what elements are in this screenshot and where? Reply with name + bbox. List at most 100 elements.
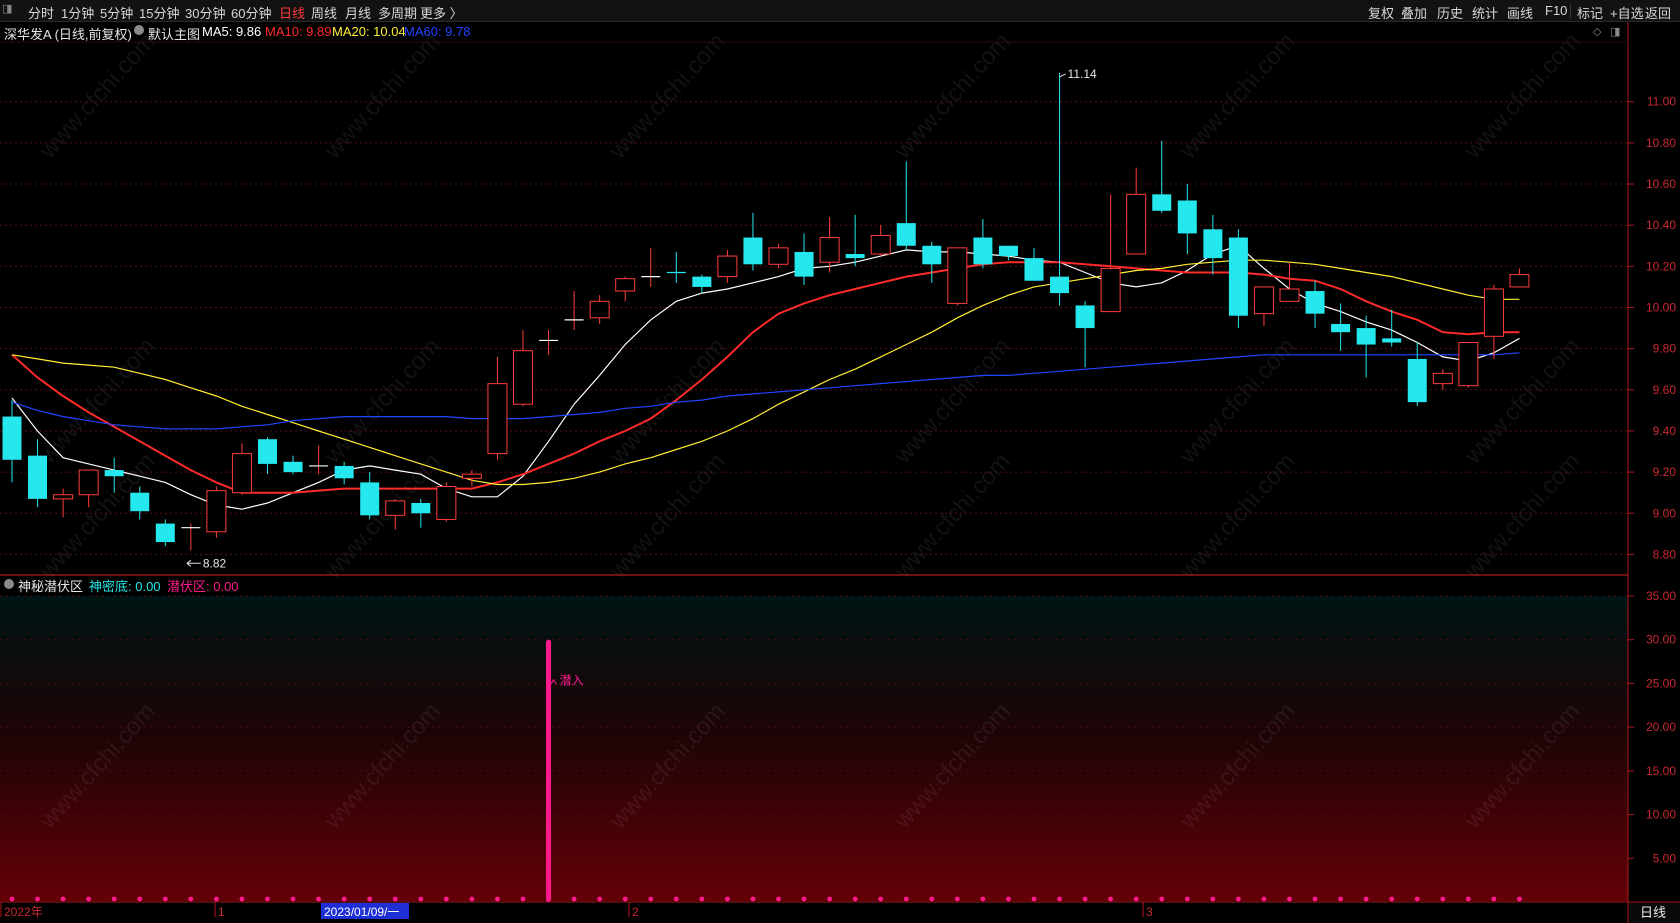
candle-body-up [615,278,636,292]
candle [258,437,277,475]
candle-body-down [922,245,942,265]
zero-dot [9,896,15,902]
price-tick-label: 10.80 [1646,136,1676,150]
signal-bar [546,639,552,902]
candle-body-down [794,251,814,277]
candle-body-up [513,350,533,405]
sub-panel-background [0,596,1628,901]
zero-dot [801,896,807,902]
candle [1228,229,1248,329]
candle-body-down [692,276,712,287]
zero-dot [214,896,219,902]
price-tick-label: 8.80 [1653,547,1677,561]
candle-body-up [1126,193,1147,255]
watermark-text: www.cfchi.com [34,28,161,165]
candle-body-down [973,237,993,265]
candle [615,276,636,302]
candle-body-down [155,523,175,543]
candle-body-up [1483,288,1504,337]
zero-dot [929,896,935,902]
zero-dot [903,896,909,902]
zero-dot [1312,896,1318,902]
candle [2,400,22,483]
zero-dot [1057,896,1062,902]
candle-body-down [2,416,22,460]
watermark-text: www.cfchi.com [604,28,731,165]
candle [1253,286,1274,327]
candle-body-down [1407,358,1427,403]
candle-body-up [768,247,789,265]
candle-body-up [1509,274,1530,288]
time-axis-label: 2022年 [4,905,43,919]
zero-dot [878,896,884,902]
candle-body-down [1356,328,1376,345]
candle [896,161,916,250]
zero-dot [699,896,705,902]
candle-body-down [998,245,1018,257]
candle [155,519,175,547]
candle-body-up [461,473,482,479]
zero-dot [1389,896,1395,902]
zero-dot [1261,896,1267,902]
zero-dot [852,896,858,902]
candle [1432,369,1453,390]
signal-label: 潜入 [560,674,584,688]
price-tick-label: 9.20 [1653,465,1677,479]
candle-body-down [743,237,763,265]
candle-body-down [411,502,431,514]
candle [717,249,738,283]
zero-dot [1465,896,1471,902]
candle-body-up [819,237,840,263]
zero-dot [571,896,577,902]
zero-dot [265,896,270,902]
candle-body-up [436,486,457,520]
zero-dot [367,896,373,902]
zero-dot [341,896,347,902]
zero-dot [495,896,500,902]
low-price-label: 8.82 [203,556,227,570]
candle [181,523,201,551]
candle-body-down [1152,194,1172,211]
zero-dot [469,896,475,902]
candle [1331,303,1351,351]
zero-dot [1236,896,1241,902]
zero-dot [725,896,730,902]
zero-dot [1133,896,1139,902]
zero-dot [1414,896,1420,902]
candle [1126,167,1147,255]
watermark-text: www.cfchi.com [319,28,446,165]
candle-body-down [1177,200,1197,234]
candle [845,214,865,267]
zero-dot [137,896,143,902]
candle-body-up [947,247,968,304]
high-marker-arrow [1059,73,1066,78]
chart-canvas[interactable]: www.cfchi.com www.cfchi.com www.cfchi.com w… [0,0,1680,923]
candle [206,486,227,538]
zero-dot [35,896,40,902]
price-tick-label: 10.60 [1646,177,1676,191]
zero-dot [1338,896,1343,902]
candle [1509,268,1530,288]
candle [922,241,942,283]
candle-body-up [78,469,99,496]
zero-dot [392,896,398,902]
zero-dot [418,896,424,902]
candle [1279,262,1300,302]
zero-dot [1006,896,1011,902]
candle [436,482,457,522]
candle-body-down [1075,305,1095,329]
zero-dot [1440,896,1446,902]
candle [1483,284,1504,359]
candle-body-down [1228,237,1248,316]
watermark-text: www.cfchi.com [1174,28,1301,165]
candle [1458,341,1479,388]
sub-tick-label: 25.00 [1646,676,1676,690]
candle-body-up [717,255,738,278]
watermark-text: www.cfchi.com [1459,28,1586,165]
candle-body-up [487,383,508,455]
price-tick-label: 9.00 [1653,506,1677,520]
sub-tick-label: 20.00 [1646,720,1676,734]
zero-dot [188,896,194,902]
zero-dot [86,896,92,902]
candle-body-down [1024,258,1044,281]
